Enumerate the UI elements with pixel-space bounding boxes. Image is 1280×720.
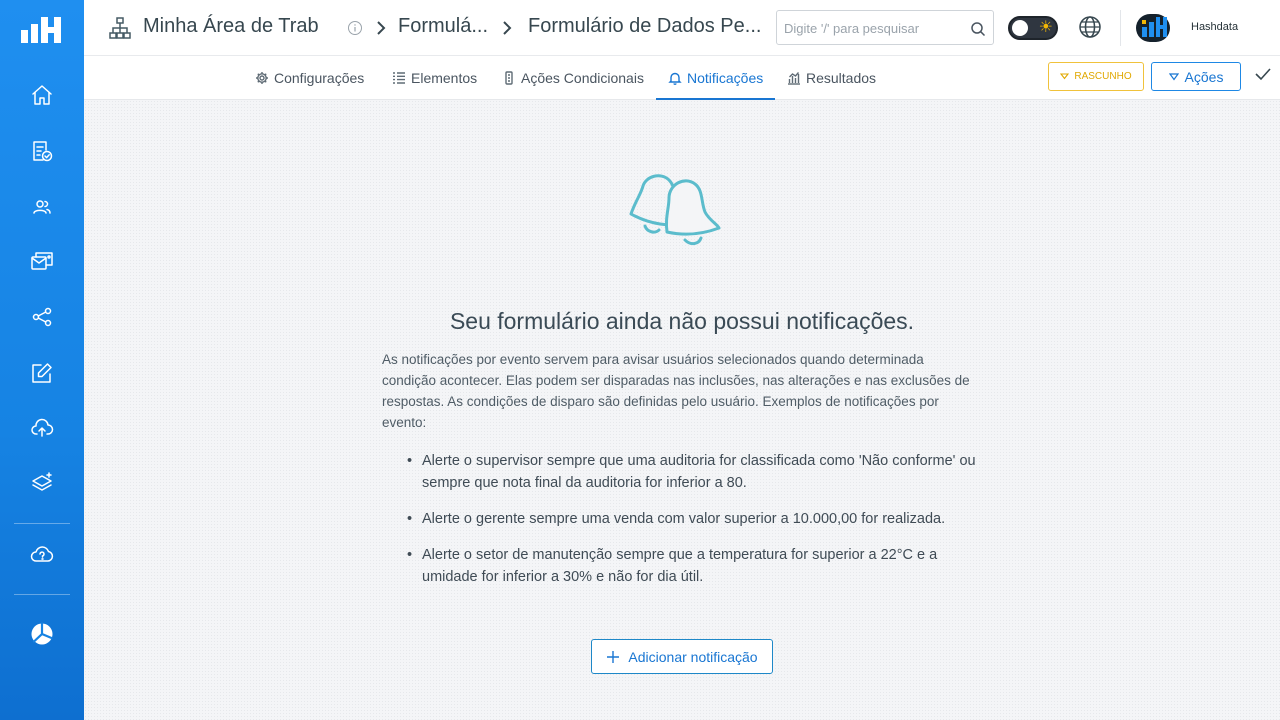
sun-icon: ☀ <box>1038 19 1053 36</box>
chart-icon <box>788 72 800 85</box>
draft-status-button[interactable]: RASCUNHO <box>1048 62 1144 91</box>
tab-bar: Configurações Elementos Ações Condiciona… <box>84 56 1280 100</box>
conditional-icon <box>505 71 513 85</box>
chevron-down-icon <box>1060 73 1070 80</box>
share-icon <box>32 307 52 327</box>
list-item: Alerte o gerente sempre uma venda com va… <box>406 508 991 530</box>
breadcrumb-form[interactable]: Formulário de Dados Pe... <box>528 15 761 38</box>
header-divider <box>1120 10 1121 46</box>
tab-elementos[interactable]: Elementos <box>392 56 477 100</box>
bell-icon <box>668 72 682 85</box>
layers-plus-icon <box>32 472 52 491</box>
plus-icon <box>607 650 620 663</box>
tab-resultados[interactable]: Resultados <box>787 56 876 100</box>
users-icon <box>33 200 51 214</box>
add-notification-button[interactable]: Adicionar notificação <box>591 639 773 674</box>
sidebar-item-help[interactable] <box>0 534 84 574</box>
tab-label: Ações Condicionais <box>521 70 644 86</box>
pie-chart-icon <box>31 622 53 645</box>
avatar[interactable] <box>1136 14 1170 42</box>
chevron-right-icon <box>500 18 514 38</box>
tab-configuracoes[interactable]: Configurações <box>255 56 364 100</box>
org-chart-icon[interactable] <box>108 16 132 40</box>
tab-notificacoes[interactable]: Notificações <box>668 56 763 100</box>
draft-label: RASCUNHO <box>1074 71 1132 82</box>
edit-icon <box>32 363 52 383</box>
sidebar-item-integrations[interactable] <box>0 297 84 337</box>
search-icon[interactable] <box>969 20 987 38</box>
user-name[interactable]: Hashdata <box>1191 21 1238 33</box>
breadcrumb-folder[interactable]: Formulá... <box>398 15 488 38</box>
search-input[interactable] <box>784 18 964 38</box>
form-check-icon <box>33 141 53 162</box>
sidebar-item-home[interactable] <box>0 75 84 115</box>
sidebar-item-messages[interactable] <box>0 241 84 281</box>
cloud-help-icon <box>30 546 54 562</box>
actions-label: Ações <box>1184 68 1224 85</box>
check-icon[interactable] <box>1254 65 1272 83</box>
sidebar-divider <box>14 523 70 524</box>
actions-button[interactable]: Ações <box>1151 62 1241 91</box>
sidebar-item-upload[interactable] <box>0 408 84 448</box>
search-box <box>776 10 994 45</box>
cloud-upload-icon <box>31 418 54 437</box>
tab-acoes-condicionais[interactable]: Ações Condicionais <box>502 56 644 100</box>
tab-label: Notificações <box>687 70 764 86</box>
globe-icon[interactable] <box>1078 15 1102 39</box>
sidebar-item-forms[interactable] <box>0 131 84 171</box>
sidebar-item-edit[interactable] <box>0 353 84 393</box>
tab-label: Configurações <box>274 70 365 86</box>
list-item: Alerte o setor de manutenção sempre que … <box>406 544 991 588</box>
toggle-knob <box>1012 20 1028 36</box>
examples-list: Alerte o supervisor sempre que uma audit… <box>406 450 991 602</box>
tab-label: Elementos <box>411 70 478 86</box>
sidebar-item-layers[interactable] <box>0 463 84 503</box>
info-icon[interactable] <box>347 20 363 36</box>
breadcrumb-workspace[interactable]: Minha Área de Trab <box>143 15 319 38</box>
tab-label: Resultados <box>806 70 877 86</box>
chevron-down-icon <box>1168 72 1179 81</box>
home-icon <box>32 85 52 105</box>
top-header: Minha Área de Trab Formulá... Formulário… <box>84 0 1280 56</box>
empty-state-title: Seu formulário ainda não possui notifica… <box>449 308 915 334</box>
empty-state-description: As notificações por evento servem para a… <box>382 352 970 430</box>
hashdata-logo-icon[interactable] <box>21 14 63 46</box>
list-item: Alerte o supervisor sempre que uma audit… <box>406 450 991 494</box>
bells-illustration-icon <box>629 174 721 246</box>
sidebar <box>0 0 84 720</box>
list-icon <box>393 72 405 84</box>
theme-toggle[interactable]: ☀ <box>1008 16 1058 40</box>
main-content: Seu formulário ainda não possui notifica… <box>84 100 1280 720</box>
chevron-right-icon <box>374 18 388 38</box>
sidebar-item-analytics[interactable] <box>0 614 84 654</box>
sidebar-item-users[interactable] <box>0 187 84 227</box>
mail-card-icon <box>31 252 53 270</box>
gear-icon <box>256 72 268 84</box>
sidebar-divider <box>14 594 70 595</box>
add-notification-label: Adicionar notificação <box>628 648 758 665</box>
